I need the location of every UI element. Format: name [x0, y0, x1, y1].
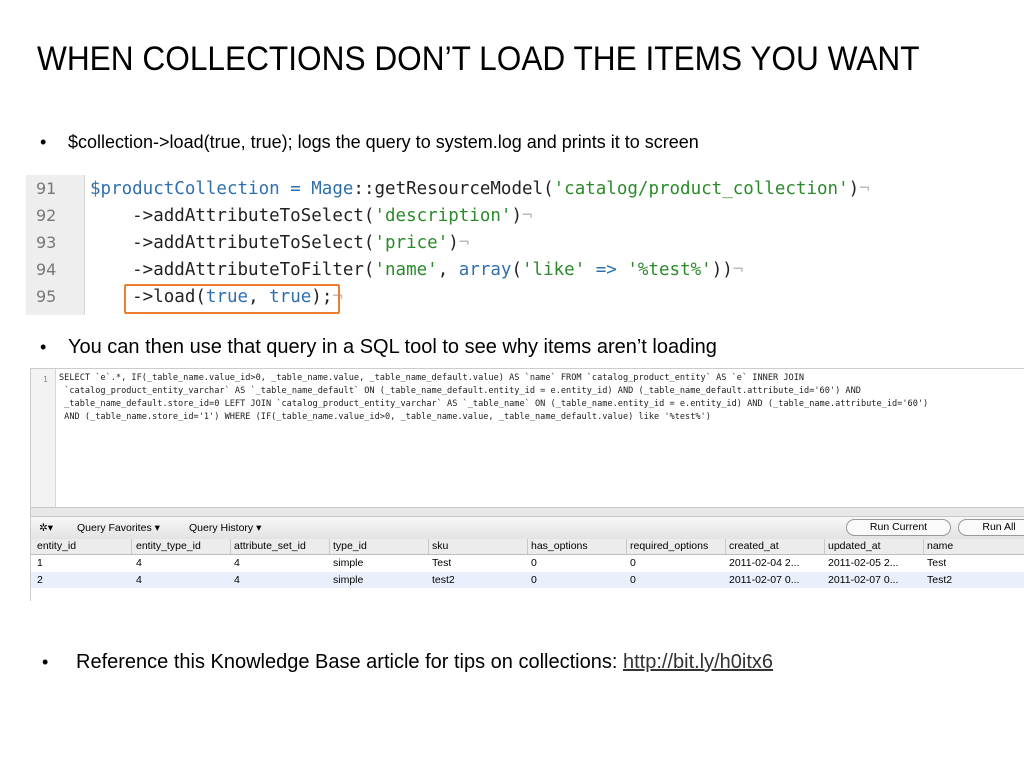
column-header[interactable]: sku	[432, 540, 448, 552]
column-header[interactable]: attribute_set_id	[234, 540, 306, 552]
query-line-number: 1	[43, 375, 48, 384]
table-row[interactable]: 1 4 4 simple Test 0 0 2011-02-04 2... 20…	[31, 555, 1024, 571]
line-number: 92	[36, 206, 57, 225]
table-cell: Test	[432, 557, 452, 569]
table-cell: Test2	[927, 574, 953, 586]
query-toolbar: ✲▾ Query Favorites ▾ Query History ▾ Run…	[31, 517, 1024, 540]
query-editor-gutter: 1	[31, 369, 56, 509]
table-cell: 4	[136, 574, 142, 586]
bullet-dot: •	[40, 132, 47, 152]
code-line-93: ->addAttributeToSelect('price')¬	[90, 233, 470, 253]
column-header[interactable]: entity_type_id	[136, 540, 201, 552]
query-line[interactable]: _table_name_default.store_id=0 LEFT JOIN…	[59, 399, 928, 409]
table-cell: 0	[630, 557, 636, 569]
table-cell: 2011-02-04 2...	[729, 557, 800, 569]
column-header[interactable]: type_id	[333, 540, 367, 552]
slide-title: WHEN COLLECTIONS DON’T LOAD THE ITEMS YO…	[37, 40, 920, 78]
table-cell: 2011-02-07 0...	[828, 574, 899, 586]
line-number: 93	[36, 233, 57, 252]
column-header[interactable]: required_options	[630, 540, 708, 552]
code-line-94: ->addAttributeToFilter('name', array('li…	[90, 260, 744, 280]
line-number: 94	[36, 260, 57, 279]
table-cell: 4	[136, 557, 142, 569]
bullet-sql-tool: • You can then use that query in a SQL t…	[40, 336, 717, 359]
table-cell: 4	[234, 557, 240, 569]
column-header[interactable]: name	[927, 540, 953, 552]
table-cell: 0	[531, 557, 537, 569]
run-all-button[interactable]: Run All	[958, 519, 1024, 536]
gear-menu-button[interactable]: ✲▾	[39, 522, 53, 534]
code-line-92: ->addAttributeToSelect('description')¬	[90, 206, 533, 226]
table-cell: 1	[37, 557, 43, 569]
table-cell: Test	[927, 557, 947, 569]
table-cell: 2011-02-07 0...	[729, 574, 800, 586]
bullet-load-query: • $collection->load(true, true); logs th…	[40, 132, 699, 153]
kb-article-link[interactable]: http://bit.ly/h0itx6	[623, 651, 773, 674]
results-header-row: entity_id entity_type_id attribute_set_i…	[31, 539, 1024, 555]
column-header[interactable]: updated_at	[828, 540, 881, 552]
load-call-highlight	[124, 284, 340, 314]
bullet-text: You can then use that query in a SQL too…	[68, 336, 717, 358]
bullet-dot: •	[40, 337, 47, 357]
line-number: 95	[36, 287, 57, 306]
bullet-dot: •	[42, 652, 49, 672]
bullet-reference: • Reference this Knowledge Base article …	[42, 651, 773, 674]
splitter-handle[interactable]	[31, 507, 1024, 517]
bullet-text: Reference this Knowledge Base article fo…	[76, 651, 618, 673]
query-history-menu[interactable]: Query History ▾	[189, 522, 261, 534]
table-cell: 2011-02-05 2...	[828, 557, 899, 569]
table-cell: simple	[333, 574, 364, 586]
run-current-button[interactable]: Run Current	[846, 519, 951, 536]
query-line[interactable]: `catalog_product_entity_varchar` AS `_ta…	[59, 386, 861, 396]
column-header[interactable]: has_options	[531, 540, 588, 552]
table-cell: 0	[630, 574, 636, 586]
table-cell: 0	[531, 574, 537, 586]
table-cell: 4	[234, 574, 240, 586]
bullet-text: $collection->load(true, true); logs the …	[68, 132, 699, 152]
table-cell: 2	[37, 574, 43, 586]
table-row[interactable]: 2 4 4 simple test2 0 0 2011-02-07 0... 2…	[31, 572, 1024, 588]
query-favorites-menu[interactable]: Query Favorites ▾	[77, 522, 160, 534]
table-cell: simple	[333, 557, 364, 569]
line-number: 91	[36, 179, 57, 198]
code-line-91: $productCollection = Mage::getResourceMo…	[90, 179, 870, 199]
sql-tool-window: 1 SELECT `e`.*, IF(_table_name.value_id>…	[30, 368, 1024, 601]
query-line[interactable]: SELECT `e`.*, IF(_table_name.value_id>0,…	[59, 373, 804, 383]
table-cell: test2	[432, 574, 455, 586]
query-line[interactable]: AND (_table_name.store_id='1') WHERE (IF…	[59, 412, 711, 422]
column-header[interactable]: created_at	[729, 540, 779, 552]
column-header[interactable]: entity_id	[37, 540, 76, 552]
